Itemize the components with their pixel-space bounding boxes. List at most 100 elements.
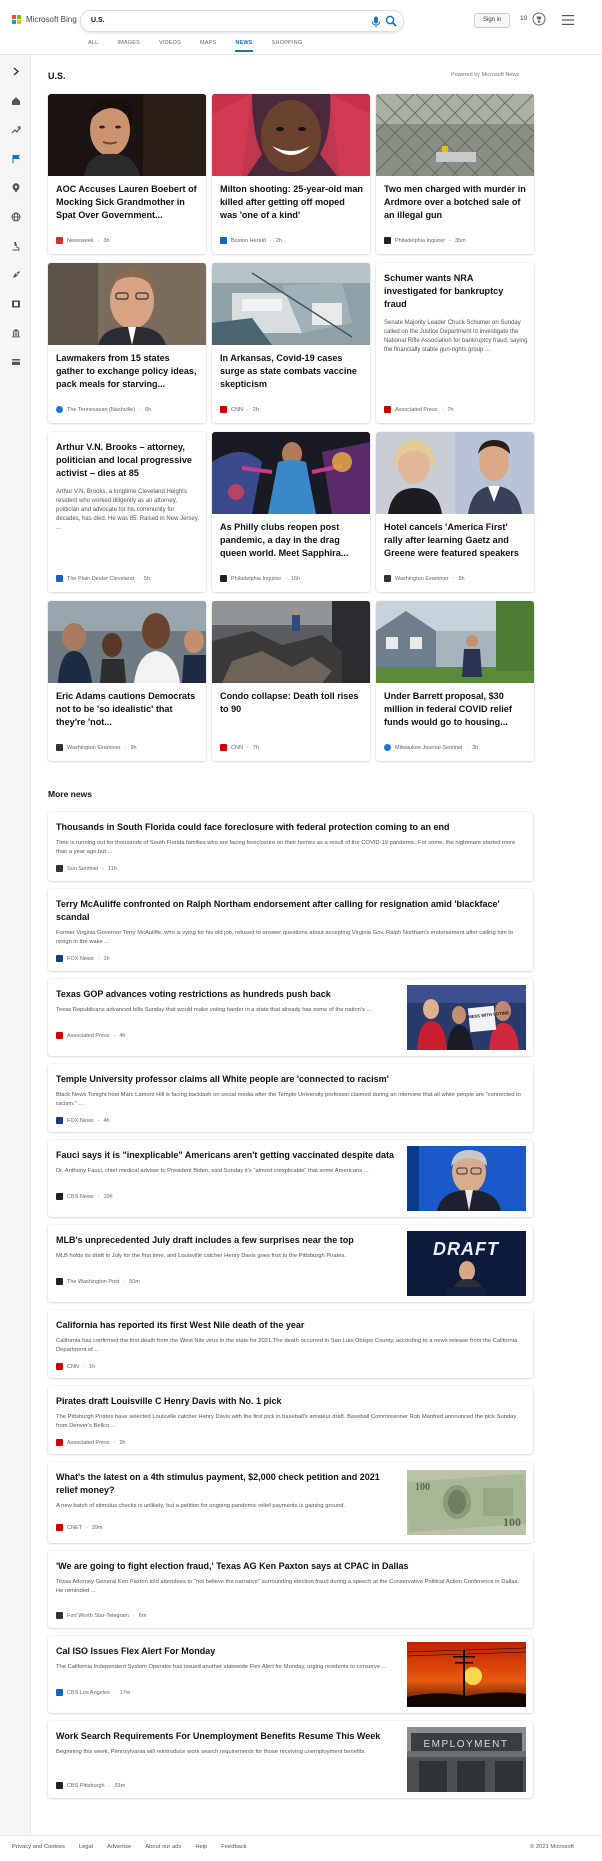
story-card[interactable]: Under Barrett proposal, $30 million in f… [376, 601, 534, 761]
story-source[interactable]: The Tennessean (Nashville) · 6h [56, 406, 151, 413]
story-title[interactable]: Two men charged with murder in Ardmore o… [384, 183, 528, 222]
news-list-item[interactable]: Work Search Requirements For Unemploymen… [48, 1721, 533, 1798]
search-box[interactable]: U.S. [80, 10, 404, 32]
news-item-source[interactable]: CBS News · 10h [56, 1193, 113, 1200]
powered-by-label[interactable]: Powered by Microsoft News [451, 72, 519, 78]
globe-icon[interactable] [9, 210, 22, 223]
microphone-icon[interactable] [371, 16, 381, 28]
news-list-item[interactable]: MLB's unprecedented July draft includes … [48, 1225, 533, 1302]
story-source[interactable]: The Plain Dealer Cleveland · 5h [56, 575, 150, 582]
news-item-source[interactable]: The Washington Post · 50m [56, 1278, 140, 1285]
news-list-item[interactable]: Temple University professor claims all W… [48, 1064, 533, 1132]
footer-link-privacy[interactable]: Privacy and Cookies [12, 1844, 65, 1850]
story-title[interactable]: Eric Adams cautions Democrats not to be … [56, 690, 200, 729]
news-item-source[interactable]: Fort Worth Star-Telegram · 6m [56, 1612, 146, 1619]
news-item-title[interactable]: Fauci says it is "inexplicable" American… [56, 1149, 401, 1162]
news-list-item[interactable]: 'We are going to fight election fraud,' … [48, 1551, 533, 1628]
story-title[interactable]: Arthur V.N. Brooks – attorney, politicia… [56, 441, 200, 480]
story-title[interactable]: Milton shooting: 25-year-old man killed … [220, 183, 364, 222]
news-list-item[interactable]: Pirates draft Louisville C Henry Davis w… [48, 1386, 533, 1454]
trending-icon[interactable] [9, 123, 22, 136]
story-source[interactable]: Milwaukee Journal-Sentinel · 3h [384, 744, 478, 751]
news-item-source[interactable]: FOX News · 4h [56, 1117, 110, 1124]
credit-card-icon[interactable] [9, 355, 22, 368]
tab-videos[interactable]: VIDEOS [159, 40, 181, 52]
news-item-source[interactable]: Associated Press · 2h [56, 1439, 125, 1446]
bank-icon[interactable] [9, 326, 22, 339]
tab-images[interactable]: IMAGES [117, 40, 140, 52]
rewards-points[interactable]: 10 [520, 15, 527, 22]
film-icon[interactable] [9, 297, 22, 310]
story-title[interactable]: Condo collapse: Death toll rises to 90 [220, 690, 364, 716]
tab-maps[interactable]: MAPS [200, 40, 216, 52]
news-item-title[interactable]: Work Search Requirements For Unemploymen… [56, 1730, 401, 1743]
footer-link-legal[interactable]: Legal [79, 1844, 93, 1850]
news-item-source[interactable]: CBS Los Angeles · 17m [56, 1689, 130, 1696]
microscope-icon[interactable] [9, 239, 22, 252]
news-item-source[interactable]: CBS Pittsburgh · 33m [56, 1782, 125, 1789]
story-source[interactable]: Newsweek · 3h [56, 237, 110, 244]
news-list-item[interactable]: Texas GOP advances voting restrictions a… [48, 979, 533, 1056]
rocket-icon[interactable] [9, 268, 22, 281]
story-card[interactable]: Two men charged with murder in Ardmore o… [376, 94, 534, 254]
news-list-item[interactable]: Terry McAuliffe confronted on Ralph Nort… [48, 889, 533, 971]
news-item-source[interactable]: CNN · 1h [56, 1363, 95, 1370]
story-title[interactable]: Hotel cancels 'America First' rally afte… [384, 521, 528, 560]
story-card[interactable]: Lawmakers from 15 states gather to excha… [48, 263, 206, 423]
story-title[interactable]: As Philly clubs reopen post pandemic, a … [220, 521, 364, 560]
rewards-medal-icon[interactable] [532, 12, 546, 26]
tab-news[interactable]: NEWS [235, 40, 253, 52]
news-list-item[interactable]: California has reported its first West N… [48, 1310, 533, 1378]
news-item-title[interactable]: Thousands in South Florida could face fo… [56, 821, 526, 834]
search-icon[interactable] [385, 15, 397, 27]
sign-in-button[interactable]: Sign in [474, 13, 511, 28]
news-item-title[interactable]: Pirates draft Louisville C Henry Davis w… [56, 1395, 526, 1408]
news-list-item[interactable]: What's the latest on a 4th stimulus paym… [48, 1462, 533, 1543]
news-item-title[interactable]: Texas GOP advances voting restrictions a… [56, 988, 401, 1001]
story-card[interactable]: AOC Accuses Lauren Boebert of Mocking Si… [48, 94, 206, 254]
story-card[interactable]: Condo collapse: Death toll rises to 90 C… [212, 601, 370, 761]
story-title[interactable]: AOC Accuses Lauren Boebert of Mocking Si… [56, 183, 200, 222]
hamburger-menu-icon[interactable] [562, 15, 574, 25]
story-card[interactable]: Hotel cancels 'America First' rally afte… [376, 432, 534, 592]
story-source[interactable]: Washington Examiner · 5h [384, 575, 465, 582]
footer-link-advertise[interactable]: Advertise [107, 1844, 131, 1850]
news-item-source[interactable]: Sun Sentinel · 11h [56, 865, 117, 872]
news-list-item[interactable]: Cal ISO Issues Flex Alert For Monday The… [48, 1636, 533, 1713]
footer-link-feedback[interactable]: Feedback [221, 1844, 246, 1850]
home-icon[interactable] [9, 94, 22, 107]
news-item-title[interactable]: Cal ISO Issues Flex Alert For Monday [56, 1645, 401, 1658]
story-source[interactable]: CNN · 2h [220, 406, 259, 413]
expand-arrow-icon[interactable] [9, 65, 22, 78]
story-title[interactable]: In Arkansas, Covid-19 cases surge as sta… [220, 352, 364, 391]
story-source[interactable]: Washington Examiner · 9h [56, 744, 137, 751]
news-item-title[interactable]: What's the latest on a 4th stimulus paym… [56, 1471, 401, 1497]
story-title[interactable]: Schumer wants NRA investigated for bankr… [384, 272, 528, 311]
story-card[interactable]: Eric Adams cautions Democrats not to be … [48, 601, 206, 761]
flag-icon[interactable] [9, 152, 22, 165]
news-list-item[interactable]: Fauci says it is "inexplicable" American… [48, 1140, 533, 1217]
footer-link-about-ads[interactable]: About our ads [145, 1844, 181, 1850]
story-title[interactable]: Lawmakers from 15 states gather to excha… [56, 352, 200, 391]
story-source[interactable]: Philadelphia Inquirer · 35m [384, 237, 466, 244]
story-card[interactable]: Arthur V.N. Brooks – attorney, politicia… [48, 432, 206, 592]
news-item-title[interactable]: Terry McAuliffe confronted on Ralph Nort… [56, 898, 526, 924]
location-pin-icon[interactable] [9, 181, 22, 194]
news-item-source[interactable]: CNET · 29m [56, 1524, 103, 1531]
story-card[interactable]: As Philly clubs reopen post pandemic, a … [212, 432, 370, 592]
story-source[interactable]: CNN · 7h [220, 744, 259, 751]
tab-shopping[interactable]: SHOPPING [272, 40, 303, 52]
news-item-source[interactable]: FOX News · 1h [56, 955, 110, 962]
story-card[interactable]: Schumer wants NRA investigated for bankr… [376, 263, 534, 423]
story-card[interactable]: Milton shooting: 25-year-old man killed … [212, 94, 370, 254]
story-source[interactable]: Philadelphia Inquirer · 16h [220, 575, 300, 582]
story-source[interactable]: Associated Press · 7h [384, 406, 453, 413]
news-item-title[interactable]: 'We are going to fight election fraud,' … [56, 1560, 526, 1573]
news-list-item[interactable]: Thousands in South Florida could face fo… [48, 812, 533, 881]
news-item-title[interactable]: California has reported its first West N… [56, 1319, 526, 1332]
story-card[interactable]: In Arkansas, Covid-19 cases surge as sta… [212, 263, 370, 423]
story-title[interactable]: Under Barrett proposal, $30 million in f… [384, 690, 528, 729]
search-input[interactable]: U.S. [91, 17, 105, 24]
news-item-title[interactable]: Temple University professor claims all W… [56, 1073, 526, 1086]
story-source[interactable]: Boston Herald · 2h [220, 237, 282, 244]
